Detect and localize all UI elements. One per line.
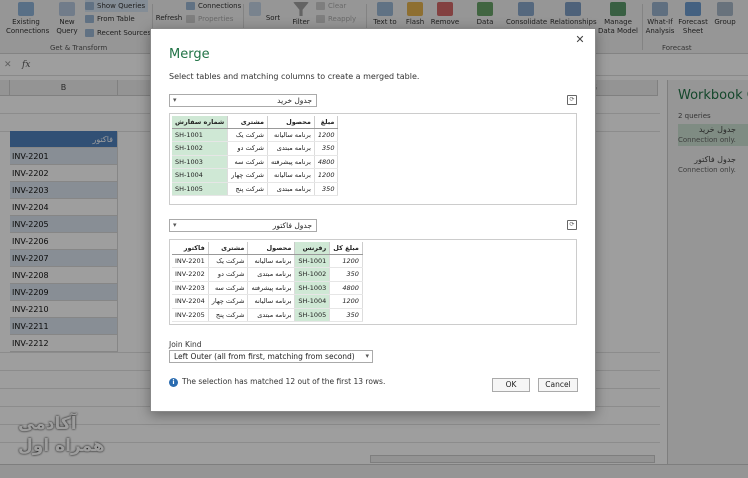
close-icon[interactable]: ✕ — [573, 33, 587, 47]
column-header[interactable]: مشتری — [208, 242, 249, 255]
chevron-down-icon: ▾ — [365, 352, 369, 360]
table-cell: شرکت پنج — [227, 182, 268, 196]
column-header[interactable]: مشتری — [227, 116, 268, 129]
ok-button[interactable]: OK — [492, 378, 530, 392]
join-kind-select[interactable]: Left Outer (all from first, matching fro… — [169, 350, 373, 363]
table-cell: شرکت سه — [227, 155, 268, 169]
table-cell: SH-1003 — [172, 155, 229, 169]
table-cell: SH-1001 — [294, 254, 331, 268]
dialog-title: Merge — [169, 47, 210, 62]
column-header[interactable]: مبلغ کل — [329, 242, 363, 255]
table-cell: INV-2203 — [172, 281, 209, 295]
cancel-button[interactable]: Cancel — [538, 378, 578, 392]
table-row: SH-1003 شرکت سه برنامه پیشرفته 4800 — [172, 155, 339, 169]
chevron-down-icon: ▾ — [173, 221, 177, 229]
table-cell: 1200 — [314, 168, 339, 183]
table-cell: برنامه سالیانه — [247, 294, 296, 309]
table-row: INV-2202 شرکت دو برنامه مبتدی SH-1002 35… — [172, 267, 363, 282]
table-cell: برنامه پیشرفته — [267, 155, 315, 169]
table-cell: SH-1004 — [172, 168, 229, 183]
dialog-description: Select tables and matching columns to cr… — [169, 72, 420, 81]
merge-dialog: Merge ✕ Select tables and matching colum… — [150, 28, 596, 412]
table-cell: 1200 — [314, 128, 339, 142]
chevron-down-icon: ▾ — [173, 96, 177, 104]
table-cell: 1200 — [329, 254, 363, 268]
table-cell: 350 — [329, 267, 363, 282]
preview-refresh-icon[interactable]: ⟳ — [567, 95, 577, 105]
table-cell: INV-2204 — [172, 294, 209, 309]
table-cell: برنامه سالیانه — [247, 254, 296, 268]
column-header[interactable]: محصول — [247, 242, 296, 255]
first-table-preview: شماره سفارش مشتری محصول مبلغ SH-1001 شرک… — [169, 113, 577, 205]
second-table-grid: فاکتور مشتری محصول رفرنس مبلغ کل INV-220… — [172, 242, 363, 322]
column-header[interactable]: مبلغ — [314, 116, 339, 129]
table-cell: INV-2201 — [172, 254, 209, 268]
table-row: INV-2201 شرکت یک برنامه سالیانه SH-1001 … — [172, 254, 363, 268]
table-cell: برنامه مبتدی — [247, 308, 296, 322]
table-cell: INV-2202 — [172, 267, 209, 282]
match-info-text: The selection has matched 12 out of the … — [182, 377, 386, 386]
second-table-preview: فاکتور مشتری محصول رفرنس مبلغ کل INV-220… — [169, 239, 577, 325]
table-cell: برنامه مبتدی — [267, 182, 315, 196]
preview-refresh-icon[interactable]: ⟳ — [567, 220, 577, 230]
table-cell: برنامه سالیانه — [267, 168, 315, 183]
first-table-select[interactable]: جدول خرید ▾ — [169, 94, 317, 107]
table-cell: SH-1005 — [294, 308, 331, 322]
first-table-grid: شماره سفارش مشتری محصول مبلغ SH-1001 شرک… — [172, 116, 339, 196]
table-cell: برنامه پیشرفته — [247, 281, 296, 295]
table-cell: شرکت یک — [208, 254, 249, 268]
table-cell: SH-1001 — [172, 128, 229, 142]
second-table-value: جدول فاکتور — [272, 221, 312, 230]
table-cell: 1200 — [329, 294, 363, 309]
table-cell: شرکت دو — [227, 141, 268, 156]
table-row: SH-1004 شرکت چهار برنامه سالیانه 1200 — [172, 168, 339, 183]
table-cell: INV-2205 — [172, 308, 209, 322]
table-cell: شرکت چهار — [208, 294, 249, 309]
table-cell: برنامه مبتدی — [247, 267, 296, 282]
table-cell: شرکت پنج — [208, 308, 249, 322]
table-row: INV-2203 شرکت سه برنامه پیشرفته SH-1003 … — [172, 281, 363, 295]
table-cell: 350 — [314, 182, 339, 196]
table-row: SH-1002 شرکت دو برنامه مبتدی 350 — [172, 141, 339, 156]
table-row: SH-1005 شرکت پنج برنامه مبتدی 350 — [172, 182, 339, 196]
info-icon: i — [169, 378, 178, 387]
table-row: INV-2205 شرکت پنج برنامه مبتدی SH-1005 3… — [172, 308, 363, 322]
table-cell: شرکت سه — [208, 281, 249, 295]
table-cell: SH-1005 — [172, 182, 229, 196]
table-cell: SH-1003 — [294, 281, 331, 295]
table-cell: 4800 — [329, 281, 363, 295]
table-row: SH-1001 شرکت یک برنامه سالیانه 1200 — [172, 128, 339, 142]
table-cell: SH-1004 — [294, 294, 331, 309]
table-cell: شرکت چهار — [227, 168, 268, 183]
match-info: i The selection has matched 12 out of the… — [169, 377, 385, 387]
column-header[interactable]: محصول — [267, 116, 315, 129]
column-header[interactable]: رفرنس — [294, 242, 331, 255]
table-cell: 350 — [314, 141, 339, 156]
join-kind-label: Join Kind — [169, 340, 202, 349]
table-cell: برنامه مبتدی — [267, 141, 315, 156]
table-cell: SH-1002 — [294, 267, 331, 282]
table-cell: شرکت دو — [208, 267, 249, 282]
join-kind-value: Left Outer (all from first, matching fro… — [174, 352, 355, 361]
second-table-select[interactable]: جدول فاکتور ▾ — [169, 219, 317, 232]
table-cell: شرکت یک — [227, 128, 268, 142]
table-row: INV-2204 شرکت چهار برنامه سالیانه SH-100… — [172, 294, 363, 309]
table-cell: 350 — [329, 308, 363, 322]
column-header[interactable]: شماره سفارش — [172, 116, 229, 129]
column-header[interactable]: فاکتور — [172, 242, 209, 255]
first-table-value: جدول خرید — [277, 96, 312, 105]
table-cell: 4800 — [314, 155, 339, 169]
table-cell: برنامه سالیانه — [267, 128, 315, 142]
table-cell: SH-1002 — [172, 141, 229, 156]
